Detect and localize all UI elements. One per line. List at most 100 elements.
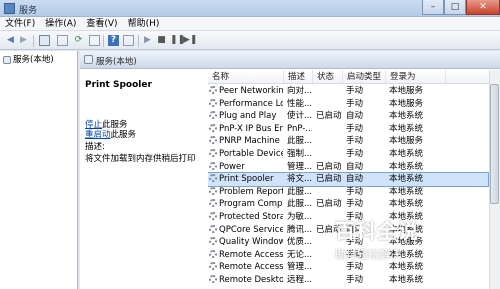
services-gear-icon [84, 55, 93, 64]
column-header-startup-type[interactable]: 启动类型 [343, 70, 386, 83]
pause-service-icon[interactable]: ❚❚ [170, 35, 185, 46]
service-description-cell: 腾讯... [287, 224, 312, 235]
service-name-text: Remote Access ... [219, 249, 283, 260]
service-description-cell: 强制... [287, 149, 312, 159]
service-status-cell [312, 85, 342, 98]
service-description-cell: 将文... [287, 174, 312, 185]
service-description-cell: 性能... [287, 98, 312, 109]
service-description-cell: 此服... [287, 186, 312, 197]
tree-item-services-local[interactable]: 服务(本地) [3, 54, 75, 66]
service-logon-cell: 本地系统 [389, 149, 424, 159]
service-status-cell: 已启动 [316, 111, 342, 122]
stop-service-icon[interactable]: ■ [156, 35, 167, 46]
menu-help[interactable]: 帮助(H) [123, 17, 165, 30]
service-startup-cell: 自动 [346, 174, 364, 185]
toolbar-separator [103, 35, 104, 47]
service-name-cell: Problem Report... [208, 186, 283, 199]
pane-header-title: 服务(本地) [96, 57, 137, 67]
column-header-logon-as[interactable]: 登录为 [386, 70, 446, 83]
help-icon[interactable]: ? [108, 35, 119, 46]
properties-icon[interactable] [123, 35, 134, 46]
service-startup-cell: 手动 [346, 199, 364, 210]
console-tree-icon[interactable] [39, 35, 50, 46]
menu-action[interactable]: 操作(A) [40, 17, 81, 30]
service-row[interactable]: Remote Access ... 管理... 手动 本地系统 [208, 261, 488, 274]
service-name-cell: Print Spooler [208, 173, 283, 186]
service-description-cell: 远程... [287, 275, 312, 285]
restart-service-link[interactable]: 重启动 [85, 130, 111, 140]
service-name-text: Plug and Play [219, 111, 277, 122]
list-view-icon[interactable] [57, 35, 68, 46]
scrollbar-thumb[interactable] [490, 84, 499, 204]
service-startup-cell: 手动 [346, 136, 364, 147]
watermark-subtitle: 助你轻松解决 [335, 248, 401, 261]
start-service-icon[interactable]: ▶ [142, 35, 153, 46]
service-name-cell: QPCore Service [208, 224, 283, 237]
service-logon-cell: 本地服务 [389, 98, 424, 109]
service-row[interactable]: Plug and Play 使计... 已启动 自动 本地系统 [208, 110, 488, 123]
service-name-cell: Remote Deskto... [208, 274, 283, 287]
toolbar: ◀ ▶ ⟳ ? ▶ ■ ❚❚ ▶❚ [0, 31, 500, 50]
menu-file[interactable]: 文件(F) [0, 17, 40, 30]
forward-arrow-icon[interactable]: ▶ [18, 35, 29, 46]
service-status-cell [312, 261, 342, 274]
refresh-icon[interactable]: ⟳ [73, 35, 84, 46]
description-text: 将文件加载到内存供稍后打印 [85, 154, 196, 164]
service-name-text: Program Compa... [219, 199, 283, 210]
service-name-cell: Program Compa... [208, 198, 283, 211]
export-list-icon[interactable] [89, 35, 100, 46]
service-startup-cell: 手动 [346, 149, 364, 159]
service-name-cell: PNRP Machine ... [208, 135, 283, 148]
service-name-cell: Power [208, 161, 283, 174]
service-row[interactable]: PnP-X IP Bus En... PnP-... 手动 本地系统 [208, 123, 488, 136]
service-description-cell: 无论... [287, 249, 312, 260]
column-headers: 名称 描述 状态 启动类型 登录为 [208, 70, 500, 84]
service-name-text: Quality Windows... [219, 237, 283, 248]
restart-suffix: 此服务 [110, 130, 137, 140]
service-status-cell: 已启动 [316, 174, 342, 185]
service-row[interactable]: Peer Networkin... 向对... 手动 本地服务 [208, 85, 488, 98]
maximize-button[interactable]: □ [444, 0, 466, 15]
service-row[interactable]: PNRP Machine ... 此服... 手动 本地服务 [208, 135, 488, 148]
menu-view[interactable]: 查看(V) [81, 17, 122, 30]
service-name-text: Performance Lo... [219, 98, 283, 109]
services-app-icon [4, 3, 15, 14]
service-row[interactable]: Program Compa... 此服... 已启动手动 本地系统 [208, 198, 488, 211]
service-row[interactable]: Performance Lo... 性能... 手动 本地服务 [208, 98, 488, 111]
service-description-cell: 此服... [287, 199, 312, 210]
stop-service-link[interactable]: 停止 [85, 120, 102, 130]
pane-header: 服务(本地) [80, 51, 500, 69]
service-row[interactable]: Power 管理... 已启动 自动 本地系统 [208, 161, 488, 174]
service-name-text: PnP-X IP Bus En... [219, 123, 283, 134]
close-button[interactable]: ✕ [466, 0, 500, 15]
service-gear-icon [209, 98, 217, 107]
service-logon-cell: 本地系统 [389, 262, 424, 273]
service-logon-cell: 本地系统 [389, 174, 424, 185]
back-arrow-icon[interactable]: ◀ [5, 35, 16, 46]
column-header-name[interactable]: 名称 [208, 70, 284, 83]
restart-service-icon[interactable]: ▶❚ [183, 35, 197, 46]
minimize-button[interactable]: – [422, 0, 444, 15]
service-row[interactable]: Remote Deskto... 远程... 手动 本地系统 [208, 274, 488, 287]
service-logon-cell: 本地系统 [389, 123, 424, 134]
tree-item-label: 服务(本地) [13, 55, 54, 65]
service-logon-cell: 本地系统 [389, 275, 424, 285]
service-row[interactable]: Print Spooler 将文... 已启动 自动 本地系统 [208, 172, 489, 187]
column-header-description[interactable]: 描述 [284, 70, 313, 83]
service-row[interactable]: Problem Report... 此服... 手动 本地系统 [208, 186, 488, 199]
stop-service-line: 停止此服务 [85, 120, 128, 130]
service-name-text: Power [219, 161, 245, 172]
service-description-cell: 向对... [287, 86, 312, 96]
service-row[interactable]: Portable Device ... 强制... 手动 本地系统 [208, 148, 488, 161]
service-gear-icon [209, 149, 217, 157]
service-name-text: Protected Storage [219, 212, 283, 222]
service-gear-icon [209, 237, 217, 246]
vertical-scrollbar[interactable] [489, 70, 500, 289]
column-header-status[interactable]: 状态 [313, 70, 343, 83]
service-status-cell [312, 135, 342, 148]
watermark-title: 百科全说 [335, 219, 419, 243]
description-label: 描述: [85, 142, 105, 152]
service-description-cell: PnP-... [287, 123, 312, 134]
service-name-cell: Plug and Play [208, 110, 283, 123]
service-gear-icon [209, 111, 217, 120]
